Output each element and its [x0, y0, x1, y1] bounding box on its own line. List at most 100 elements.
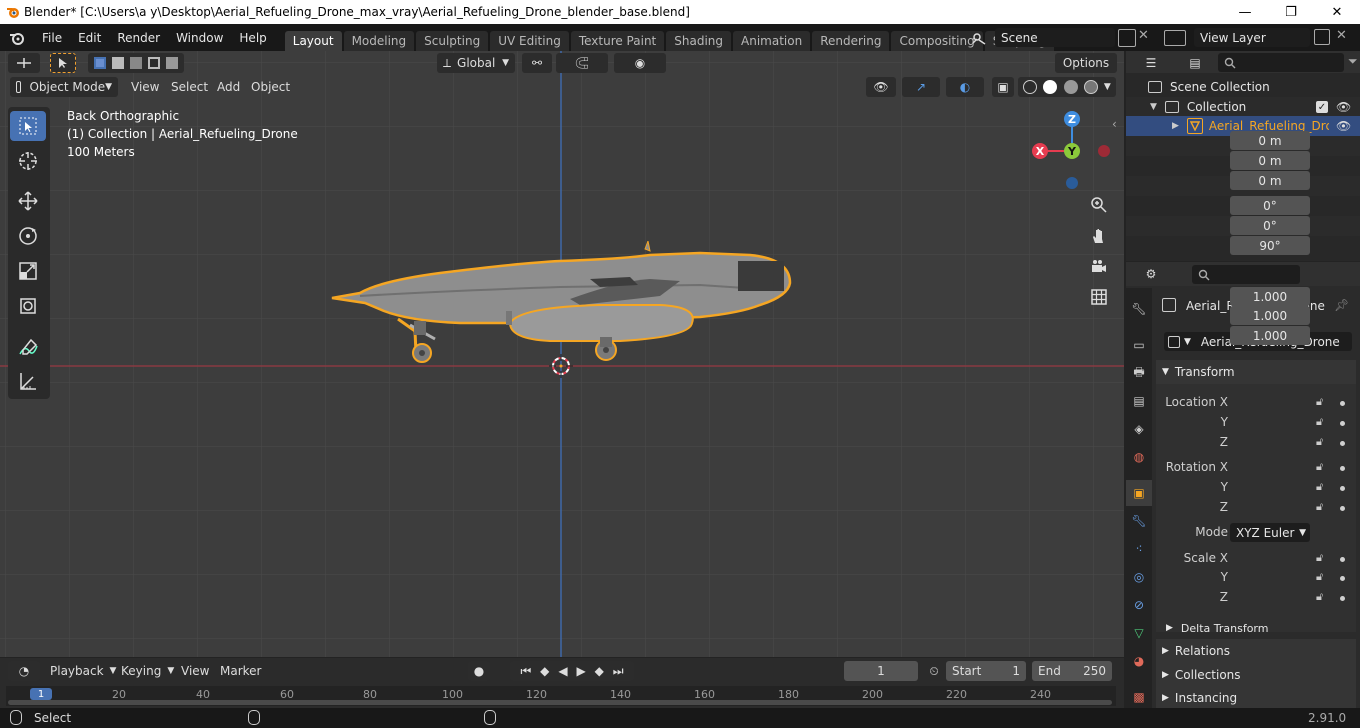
- data-tab-icon[interactable]: ▽: [1126, 620, 1152, 646]
- prev-keyframe-icon[interactable]: ◆: [540, 664, 549, 678]
- scale-y-field[interactable]: 1.000: [1230, 306, 1310, 325]
- scene-selector[interactable]: Scene: [995, 28, 1115, 47]
- 3d-viewport[interactable]: ⟂ Global ▼ ⚯ 🧲︎ ◉ Options Object Mode ▼ …: [0, 51, 1124, 657]
- tab-shading[interactable]: Shading: [666, 31, 731, 51]
- pin-icon[interactable]: 📌︎: [1334, 298, 1349, 312]
- jump-start-icon[interactable]: ⏮: [520, 664, 531, 679]
- expand-arrow-icon[interactable]: ▶: [1172, 121, 1179, 131]
- display-mode-icon[interactable]: ▤: [1180, 53, 1210, 73]
- 3d-cursor-icon[interactable]: [549, 354, 573, 378]
- rendered-shading-icon[interactable]: [1083, 80, 1098, 94]
- blender-menu-icon[interactable]: [0, 31, 34, 45]
- select-intersect-icon[interactable]: [166, 57, 178, 69]
- rotate-tool-icon[interactable]: [10, 221, 46, 251]
- timeline-menu-marker[interactable]: Marker: [214, 661, 267, 681]
- gizmo-z-axis[interactable]: Z: [1064, 111, 1080, 127]
- transform-panel-header[interactable]: ▼ Transform: [1156, 360, 1356, 384]
- timeline-menu-playback[interactable]: Playback ▼: [44, 661, 122, 681]
- keyframe-dot-icon[interactable]: [1340, 506, 1345, 511]
- delete-view-layer-icon[interactable]: ✕: [1336, 28, 1347, 43]
- keyframe-dot-icon[interactable]: [1340, 576, 1345, 581]
- visibility-eye-icon[interactable]: 👁︎: [866, 77, 896, 97]
- play-reverse-icon[interactable]: ◀: [558, 664, 567, 678]
- menu-edit[interactable]: Edit: [70, 31, 109, 45]
- outliner-search-input[interactable]: [1218, 53, 1344, 72]
- delete-scene-icon[interactable]: ✕: [1138, 28, 1149, 43]
- overlay-toggle-icon[interactable]: ◐: [946, 77, 984, 97]
- tab-uv-editing[interactable]: UV Editing: [490, 31, 569, 51]
- shading-mode-buttons[interactable]: ▼: [1018, 77, 1116, 97]
- output-tab-icon[interactable]: 🖶︎: [1126, 360, 1152, 386]
- wireframe-shading-icon[interactable]: [1023, 80, 1038, 94]
- menu-help[interactable]: Help: [231, 31, 274, 45]
- tab-sculpting[interactable]: Sculpting: [416, 31, 489, 51]
- options-dropdown[interactable]: Options: [1055, 53, 1117, 73]
- outliner-row-collection[interactable]: ▼ Collection ✓ 👁︎: [1126, 97, 1360, 117]
- timeline-menu-keying[interactable]: Keying ▼: [115, 661, 180, 681]
- timeline-scrollbar[interactable]: [8, 700, 1112, 705]
- delta-transform-subpanel[interactable]: ▶ Delta Transform: [1166, 616, 1352, 640]
- scale-z-field[interactable]: 1.000: [1230, 326, 1310, 345]
- playhead-frame[interactable]: 1: [30, 688, 52, 700]
- timeline-menu-view[interactable]: View: [175, 661, 215, 681]
- viewport-menu-select[interactable]: Select: [165, 77, 214, 97]
- constraints-tab-icon[interactable]: ⊘: [1126, 592, 1152, 618]
- lock-icon[interactable]: 🔓︎: [1316, 415, 1323, 429]
- tool-tab-icon[interactable]: 🔧︎: [1126, 296, 1152, 322]
- world-tab-icon[interactable]: ◍: [1126, 444, 1152, 470]
- texture-tab-icon[interactable]: ▩: [1126, 684, 1152, 710]
- next-keyframe-icon[interactable]: ◆: [595, 664, 604, 678]
- end-frame-field[interactable]: End 250: [1032, 661, 1112, 681]
- keyframe-dot-icon[interactable]: [1340, 557, 1345, 562]
- start-frame-field[interactable]: Start 1: [946, 661, 1026, 681]
- selection-mode-buttons[interactable]: [88, 53, 184, 73]
- gizmo-x-axis[interactable]: X: [1032, 143, 1048, 159]
- select-new-icon[interactable]: [94, 57, 106, 69]
- expand-arrow-icon[interactable]: ▼: [1150, 102, 1157, 112]
- scene-tab-icon[interactable]: ◈: [1126, 416, 1152, 442]
- material-shading-icon[interactable]: [1063, 80, 1078, 94]
- rotation-y-field[interactable]: 0°: [1230, 216, 1310, 235]
- perspective-grid-icon[interactable]: [1086, 284, 1112, 310]
- tab-rendering[interactable]: Rendering: [812, 31, 890, 51]
- clock-icon[interactable]: ⏲: [924, 661, 944, 681]
- exclude-checkbox[interactable]: ✓: [1316, 101, 1328, 113]
- solid-shading-icon[interactable]: [1043, 80, 1058, 94]
- pivot-point-icon[interactable]: ⚯: [522, 53, 552, 73]
- render-tab-icon[interactable]: ▭: [1126, 332, 1152, 358]
- tab-layout[interactable]: Layout: [284, 31, 342, 51]
- annotate-tool-icon[interactable]: [10, 333, 46, 363]
- object-tab-icon[interactable]: ▣: [1126, 480, 1152, 506]
- tab-texture-paint[interactable]: Texture Paint: [570, 31, 665, 51]
- lock-icon[interactable]: 🔓︎: [1316, 590, 1323, 604]
- scene-icon[interactable]: [966, 29, 992, 47]
- object-mode-dropdown[interactable]: Object Mode ▼: [10, 77, 118, 97]
- outliner-editor-type-icon[interactable]: ☰: [1136, 53, 1166, 73]
- keyframe-dot-icon[interactable]: [1340, 441, 1345, 446]
- particles-tab-icon[interactable]: ⁖: [1126, 536, 1152, 562]
- jump-end-icon[interactable]: ⏭: [613, 664, 624, 679]
- rotation-mode-dropdown[interactable]: XYZ Euler ▼: [1230, 523, 1310, 542]
- gizmo-y-axis[interactable]: Y: [1064, 143, 1080, 159]
- lock-icon[interactable]: 🔓︎: [1316, 570, 1323, 584]
- lock-icon[interactable]: 🔓︎: [1316, 551, 1323, 565]
- tab-modeling[interactable]: Modeling: [343, 31, 415, 51]
- aerial-refueling-drone-model[interactable]: [320, 241, 800, 371]
- snap-toggle-icon[interactable]: 🧲︎: [556, 53, 608, 73]
- new-view-layer-icon[interactable]: [1314, 29, 1330, 45]
- menu-file[interactable]: File: [34, 31, 70, 45]
- lock-icon[interactable]: 🔓︎: [1316, 480, 1323, 494]
- physics-tab-icon[interactable]: ◎: [1126, 564, 1152, 590]
- move-tool-icon[interactable]: [10, 186, 46, 216]
- camera-view-icon[interactable]: [1086, 254, 1112, 280]
- eye-icon[interactable]: 👁︎: [1336, 119, 1351, 133]
- new-scene-icon[interactable]: [1118, 29, 1136, 47]
- measure-tool-icon[interactable]: [10, 366, 46, 396]
- properties-editor-type-icon[interactable]: ⚙: [1136, 264, 1166, 284]
- current-frame-field[interactable]: 1: [844, 661, 918, 681]
- select-box-tool-icon[interactable]: [10, 111, 46, 141]
- keyframe-dot-icon[interactable]: [1340, 486, 1345, 491]
- tab-animation[interactable]: Animation: [733, 31, 811, 51]
- select-tool-icon[interactable]: [50, 53, 76, 73]
- xray-toggle-icon[interactable]: ▣: [992, 77, 1014, 97]
